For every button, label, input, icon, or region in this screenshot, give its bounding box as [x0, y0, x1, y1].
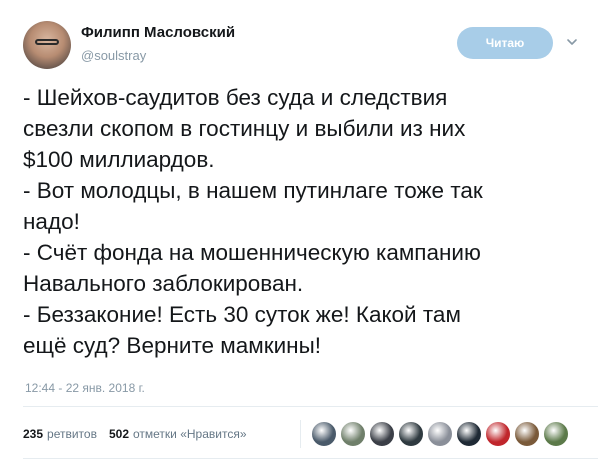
liker-avatar-4[interactable]: [398, 421, 424, 447]
liker-avatar-5[interactable]: [427, 421, 453, 447]
author-display-name[interactable]: Филипп Масловский: [81, 24, 235, 41]
liker-avatar-6[interactable]: [456, 421, 482, 447]
avatar-glasses-detail: [35, 39, 59, 45]
liker-avatar-2[interactable]: [340, 421, 366, 447]
follow-button[interactable]: Читаю: [457, 27, 553, 59]
chevron-down-icon[interactable]: [565, 35, 579, 49]
liker-avatar-7[interactable]: [485, 421, 511, 447]
tweet-line: - Счёт фонда на мошенническую кампанию: [23, 240, 481, 265]
tweet-line: $100 миллиардов.: [23, 147, 215, 172]
retweets-count[interactable]: 235: [23, 427, 43, 441]
tweet-text: - Шейхов-саудитов без суда и следствия с…: [23, 82, 598, 361]
liker-avatar-9[interactable]: [543, 421, 569, 447]
tweet-line: - Вот молодцы, в нашем путинлаге тоже та…: [23, 178, 483, 203]
tweet-line: надо!: [23, 209, 80, 234]
tweet-timestamp[interactable]: 12:44 - 22 янв. 2018 г.: [25, 381, 145, 395]
liker-avatar-8[interactable]: [514, 421, 540, 447]
author-avatar[interactable]: [23, 21, 71, 69]
stats-divider: [300, 420, 301, 448]
liker-avatars: [311, 421, 572, 447]
author-handle[interactable]: @soulstray: [81, 48, 146, 63]
tweet-stats: 235 ретвитов 502 отметки «Нравится»: [23, 422, 247, 446]
likes-label[interactable]: отметки «Нравится»: [133, 427, 247, 441]
liker-avatar-3[interactable]: [369, 421, 395, 447]
tweet-line: ещё суд? Верните мамкины!: [23, 333, 321, 358]
retweets-label[interactable]: ретвитов: [47, 427, 97, 441]
divider: [23, 458, 598, 459]
divider: [23, 406, 598, 407]
tweet-line: - Беззаконие! Есть 30 суток же! Какой та…: [23, 302, 461, 327]
likes-count[interactable]: 502: [109, 427, 129, 441]
tweet-line: - Шейхов-саудитов без суда и следствия: [23, 85, 448, 110]
tweet-line: Навального заблокирован.: [23, 271, 304, 296]
liker-avatar-1[interactable]: [311, 421, 337, 447]
tweet-line: свезли скопом в гостинцу и выбили из них: [23, 116, 466, 141]
